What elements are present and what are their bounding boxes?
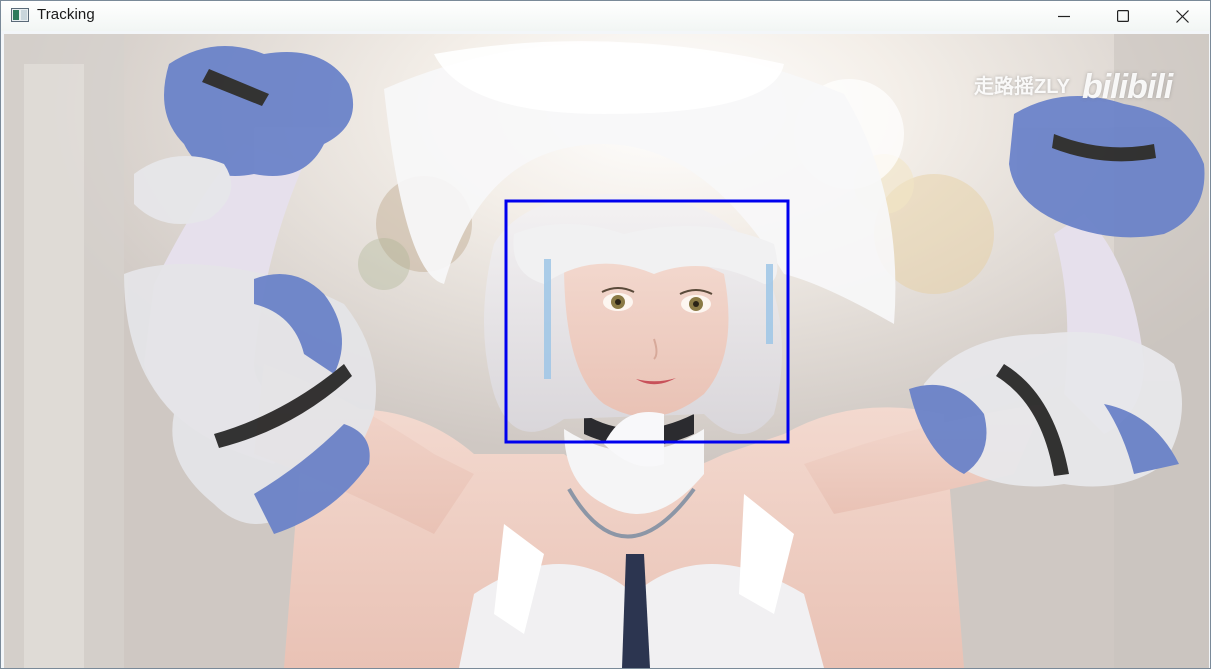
watermark-user: 走路摇ZLY <box>974 75 1070 98</box>
close-button[interactable] <box>1153 1 1210 31</box>
tracking-window: Tracking 走路摇ZLY bilibili <box>0 0 1211 669</box>
window-title: Tracking <box>37 6 95 23</box>
watermark: 走路摇ZLY bilibili <box>974 68 1173 107</box>
video-frame: 走路摇ZLY bilibili <box>4 34 1209 668</box>
minimize-button[interactable] <box>1035 1 1093 31</box>
watermark-brand: bilibili <box>1081 68 1173 106</box>
maximize-button[interactable] <box>1094 1 1152 31</box>
title-bar[interactable]: Tracking <box>1 1 1210 31</box>
minimize-icon <box>1058 15 1070 18</box>
maximize-icon <box>1117 10 1129 22</box>
app-window-icon <box>11 8 29 22</box>
close-icon <box>1175 9 1189 23</box>
video-frame-image <box>4 34 1209 668</box>
